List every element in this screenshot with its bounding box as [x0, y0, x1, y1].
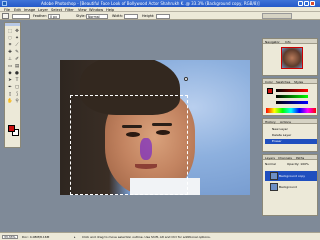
document-canvas[interactable]	[60, 60, 250, 195]
tab-styles[interactable]: Styles	[294, 80, 303, 84]
width-label: Width:	[112, 14, 123, 18]
status-arrow-icon[interactable]: ▸	[74, 235, 76, 239]
history-item[interactable]: New Layer	[265, 127, 317, 132]
layer-row-selected[interactable]: Background copy	[265, 171, 317, 181]
document-info: Doc: 4.08M/8.16M	[22, 235, 50, 239]
navigator-tabs: Navigator Info	[263, 39, 317, 44]
layers-tabs: Layers Channels Paths	[263, 155, 317, 160]
clone-stamp-tool-icon[interactable]: ⊥	[7, 57, 13, 63]
history-item-selected[interactable]: Eraser	[265, 139, 317, 144]
layers-panel: Layers Channels Paths Normal Opacity: 10…	[262, 154, 318, 216]
magic-wand-tool-icon[interactable]: ✦	[14, 36, 20, 42]
tab-navigator[interactable]: Navigator	[265, 40, 280, 44]
style-select[interactable]: Normal	[86, 13, 108, 19]
lasso-tool-icon[interactable]: ◌	[7, 36, 13, 42]
history-item[interactable]: Delete Layer	[265, 133, 317, 138]
move-tool-icon[interactable]: ✥	[14, 29, 20, 35]
tool-preset-icon[interactable]	[2, 13, 9, 19]
feather-value: 0 px	[50, 14, 57, 19]
menu-image[interactable]: Image	[24, 8, 35, 12]
menu-edit[interactable]: Edit	[14, 8, 21, 12]
green-slider[interactable]	[276, 95, 308, 98]
color-ramp[interactable]	[266, 108, 316, 113]
type-tool-icon[interactable]: T	[14, 78, 20, 84]
history-tabs: History Actions	[263, 119, 317, 124]
layer-name: Background copy	[279, 174, 306, 178]
zoom-tool-icon[interactable]: ⚲	[14, 99, 20, 105]
tab-info[interactable]: Info	[285, 40, 291, 44]
photoshop-icon	[2, 1, 7, 6]
menu-window[interactable]: Window	[89, 8, 103, 12]
toolbox-header[interactable]	[5, 23, 20, 26]
pen-tool-icon[interactable]: ✒	[7, 85, 13, 91]
tab-layers[interactable]: Layers	[265, 156, 275, 160]
opacity-field[interactable]: Opacity: 100%	[287, 162, 309, 166]
tab-channels[interactable]: Channels	[278, 156, 292, 160]
options-bar: Feather: 0 px Style: Normal Width: Heigh…	[0, 12, 320, 20]
workspace-background	[23, 20, 60, 232]
eyedropper-tool-icon[interactable]: ⟆	[14, 92, 20, 98]
minimize-button[interactable]	[298, 1, 303, 6]
blend-mode-select[interactable]: Normal	[265, 162, 276, 166]
menu-file[interactable]: File	[4, 8, 10, 12]
tab-history[interactable]: History	[265, 120, 276, 124]
color-panel: Color Swatches Styles	[262, 78, 318, 116]
height-label: Height:	[142, 14, 155, 18]
style-value: Normal	[88, 14, 100, 19]
width-input[interactable]	[124, 13, 138, 19]
feather-label: Feather:	[33, 14, 47, 18]
slice-tool-icon[interactable]: ⟋	[14, 43, 20, 49]
eraser-tool-icon[interactable]: ▭	[7, 64, 13, 70]
foreground-color-swatch[interactable]	[8, 125, 15, 132]
palette-well[interactable]	[262, 13, 292, 19]
tab-actions[interactable]: Actions	[280, 120, 291, 124]
brush-cursor-icon	[184, 77, 188, 81]
title-bar: Adobe Photoshop - [Beautiful Face Look o…	[0, 0, 320, 7]
notes-tool-icon[interactable]: ▯	[7, 92, 13, 98]
path-selection-tool-icon[interactable]: ➤	[7, 78, 13, 84]
style-label: Style:	[76, 14, 86, 18]
zoom-level[interactable]: 33.33%	[2, 234, 18, 239]
menu-select[interactable]: Select	[51, 8, 62, 12]
window-title: Adobe Photoshop - [Beautiful Face Look o…	[41, 1, 260, 6]
layer-thumbnail	[270, 172, 278, 180]
tab-swatches[interactable]: Swatches	[276, 80, 290, 84]
history-panel: History Actions New Layer Delete Layer E…	[262, 118, 318, 152]
navigator-panel: Navigator Info	[262, 38, 318, 76]
selection-marquee[interactable]	[70, 95, 188, 195]
tab-color[interactable]: Color	[265, 80, 273, 84]
red-slider[interactable]	[276, 89, 308, 92]
menu-help[interactable]: Help	[106, 8, 114, 12]
marquee-tool-icon[interactable]: ⬚	[7, 29, 13, 35]
height-input[interactable]	[156, 13, 170, 19]
navigator-thumbnail[interactable]	[281, 47, 303, 69]
layer-name: Background	[279, 185, 297, 189]
blur-tool-icon[interactable]: ◆	[7, 71, 13, 77]
gradient-tool-icon[interactable]: ▤	[14, 64, 20, 70]
shape-tool-icon[interactable]: ▢	[14, 85, 20, 91]
tab-paths[interactable]: Paths	[296, 156, 304, 160]
layer-row[interactable]: Background	[265, 182, 317, 192]
tool-tip-text: Click and drag to move selection outline…	[82, 235, 211, 239]
layer-thumbnail	[270, 183, 278, 191]
menu-layer[interactable]: Layer	[38, 8, 48, 12]
selection-mode-buttons[interactable]	[12, 13, 30, 19]
crop-tool-icon[interactable]: ⌗	[7, 43, 13, 49]
history-brush-tool-icon[interactable]: ✐	[14, 57, 20, 63]
color-panel-foreground-swatch[interactable]	[267, 88, 273, 94]
blue-slider[interactable]	[276, 101, 308, 104]
menu-filter[interactable]: Filter	[65, 8, 74, 12]
feather-input[interactable]: 0 px	[48, 13, 60, 19]
menu-view[interactable]: View	[78, 8, 87, 12]
healing-brush-tool-icon[interactable]: ✚	[7, 50, 13, 56]
dodge-tool-icon[interactable]: ●	[14, 71, 20, 77]
brush-tool-icon[interactable]: ✎	[14, 50, 20, 56]
color-tabs: Color Swatches Styles	[263, 79, 317, 84]
close-button[interactable]	[310, 1, 315, 6]
status-bar: 33.33% Doc: 4.08M/8.16M ▸ Click and drag…	[0, 232, 320, 240]
hand-tool-icon[interactable]: ✋	[7, 99, 13, 105]
toolbox: ⬚ ✥ ◌ ✦ ⌗ ⟋ ✚ ✎ ⊥ ✐ ▭ ▤ ◆ ● ➤ T ✒ ▢ ▯ ⟆ …	[4, 22, 21, 148]
maximize-button[interactable]	[304, 1, 309, 6]
